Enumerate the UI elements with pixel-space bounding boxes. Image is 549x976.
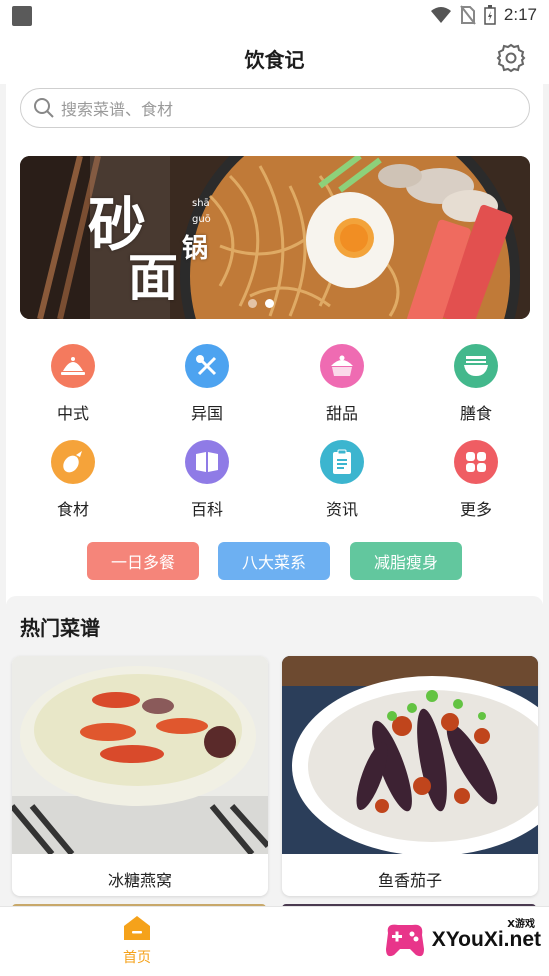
tag-weight-loss[interactable]: 减脂瘦身 [350,542,462,580]
wifi-icon [430,7,451,23]
gamepad-logo-icon [385,924,424,957]
recipe-image [12,656,268,856]
carousel-dot-active[interactable] [265,299,274,308]
tag-eight-cuisines[interactable]: 八大菜系 [218,542,330,580]
clock: 2:17 [503,5,537,24]
category-label: 中式 [56,404,89,423]
category-foreign[interactable]: 异国 [167,344,247,424]
recipe-name: 冰糖燕窝 [107,871,172,890]
fork-knife-icon [185,344,229,388]
category-chinese[interactable]: 中式 [33,344,113,424]
category-dessert[interactable]: 甜品 [302,344,382,424]
status-bar: 2:17 [0,0,549,32]
section-title: 热门菜谱 [20,616,100,640]
banner-char-3: 锅 [182,234,209,264]
search-placeholder: 搜索菜谱、食材 [61,100,174,119]
cloche-icon [51,344,95,388]
cake-icon [320,344,364,388]
banner-pinyin-2: guō [192,214,211,225]
search-icon [34,98,54,118]
category-label: 甜品 [325,404,358,423]
category-label: 食材 [56,500,89,519]
category-label: 异国 [190,404,223,423]
carousel-indicator [248,299,274,308]
nav-home-label: 首页 [123,950,151,966]
category-encyclopedia[interactable]: 百科 [167,440,247,520]
watermark-text: XYouXi.net [431,928,541,951]
category-more[interactable]: 更多 [436,440,516,520]
battery-icon [484,5,496,25]
category-label: 更多 [459,500,492,519]
recipe-card[interactable]: 鱼香茄子 [282,656,538,896]
recipe-name: 鱼香茄子 [377,871,442,890]
search-bar[interactable]: 搜索菜谱、食材 [20,88,530,128]
home-icon [124,916,150,940]
banner-pinyin-1: shā [192,198,210,209]
tag-multi-meal[interactable]: 一日多餐 [87,542,199,580]
no-sim-icon [460,5,476,25]
category-label: 膳食 [459,404,492,423]
category-label: 百科 [190,500,223,519]
grid-icon [454,440,498,484]
carousel-dot[interactable] [248,299,257,308]
watermark-small-text: X游戏 [507,919,535,930]
category-news[interactable]: 资讯 [302,440,382,520]
watermark: XYouXi.net X游戏 [382,919,541,961]
banner-char-2: 面 [128,248,178,307]
clipboard-icon [320,440,364,484]
eggplant-icon [51,440,95,484]
app-header: 饮食记 [0,32,549,84]
bowl-icon [454,344,498,388]
recipe-image [282,656,538,856]
category-ingredients[interactable]: 食材 [33,440,113,520]
bottom-navigation: 首页 XYouXi.net X游戏 [0,906,549,976]
notification-icon [12,6,32,26]
nav-home-tab[interactable]: 首页 [112,915,162,967]
settings-gear-icon[interactable] [495,42,527,74]
page-title: 饮食记 [244,48,305,72]
category-diet[interactable]: 膳食 [436,344,516,424]
recipe-card[interactable]: 冰糖燕窝 [12,656,268,896]
category-label: 资讯 [325,500,358,519]
book-icon [185,440,229,484]
banner-carousel[interactable]: 砂 面 锅 shā guō [20,156,530,319]
